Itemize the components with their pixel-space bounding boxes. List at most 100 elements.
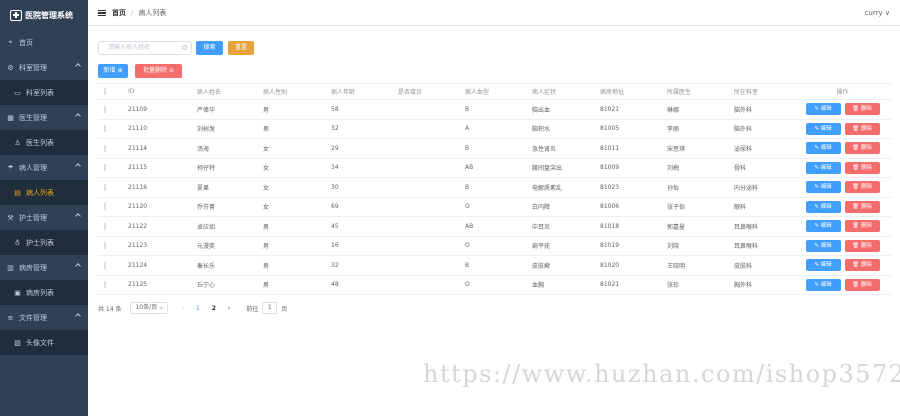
cell-name: 元漫奕 (197, 243, 216, 251)
sidebar-item-4[interactable]: ♙ 医生列表 (0, 130, 88, 155)
sidebar-item-3[interactable]: ▦ 医生管理 (0, 105, 88, 130)
sidebar-item-11[interactable]: ≡ 文件管理 (0, 305, 88, 330)
cell-dept: 眼科 (734, 204, 747, 212)
edit-button[interactable]: ✎ 编辑 (805, 103, 841, 116)
cell-symptom: 脑积水 (532, 126, 551, 134)
row-checkbox[interactable] (104, 203, 106, 211)
delete-button[interactable]: 🗑 删除 (844, 122, 880, 135)
cell-ward: 81019 (600, 242, 620, 250)
sidebar-item-2[interactable]: ▭ 科室列表 (0, 80, 88, 105)
cell-name: 汤海 (197, 145, 210, 153)
delete-button[interactable]: 🗑 删除 (844, 200, 880, 213)
select-all-checkbox[interactable] (104, 88, 106, 95)
column-header (98, 88, 124, 95)
bulb-icon: ♁ (14, 238, 21, 247)
column-header: ID (128, 88, 135, 95)
user-dropdown[interactable]: curry ∨ (865, 9, 890, 17)
cell-name: 卓应如 (197, 223, 216, 231)
row-checkbox[interactable] (104, 281, 106, 289)
row-checkbox[interactable] (104, 261, 106, 269)
cell-dept: 耳鼻喉科 (734, 243, 759, 251)
sidebar-item-10[interactable]: ▣ 病房列表 (0, 280, 88, 305)
cell-dept: 骨科 (734, 165, 747, 173)
row-checkbox-cell (98, 105, 124, 113)
edit-button[interactable]: ✎ 编辑 (805, 142, 841, 155)
cell-doctor: 李丽 (667, 126, 680, 134)
cell-doctor: 郭嘉曼 (667, 223, 686, 231)
page-2-button[interactable]: 2 (212, 305, 216, 312)
row-checkbox[interactable] (104, 242, 106, 250)
cell-symptom: 电解质紊乱 (532, 184, 563, 192)
edit-button[interactable]: ✎ 编辑 (805, 220, 841, 233)
cell-symptom: 皮肤癣 (532, 262, 551, 270)
edit-button[interactable]: ✎ 编辑 (805, 161, 841, 174)
sidebar-item-6[interactable]: ▤ 病人列表 (0, 180, 88, 205)
image-icon: ▨ (14, 338, 21, 347)
page-size-select[interactable]: 10条/页 (130, 302, 169, 314)
table-row: 21114 汤海 女 29 B 急性肾炎 81011 宋思琪 泌尿科 ✎ 编辑 🗑 删除 (98, 139, 891, 159)
row-actions: ✎ 编辑 🗑 删除 (794, 181, 891, 194)
delete-button[interactable]: 🗑 删除 (844, 278, 880, 291)
search-placeholder: 请输入病人姓名 (108, 44, 151, 51)
row-checkbox[interactable] (104, 125, 106, 133)
next-page-button[interactable]: › (228, 305, 230, 312)
row-checkbox[interactable] (104, 183, 106, 191)
row-checkbox[interactable] (104, 105, 106, 113)
document-icon: ▣ (14, 288, 21, 297)
cell-age: 29 (331, 144, 339, 152)
cell-age: 34 (331, 164, 339, 172)
chevron-up-icon (75, 213, 81, 219)
sidebar-item-1[interactable]: ⚙ 科室管理 (0, 55, 88, 80)
page-1-button[interactable]: 1 (196, 305, 200, 312)
edit-button[interactable]: ✎ 编辑 (805, 181, 841, 194)
delete-button[interactable]: 🗑 删除 (844, 259, 880, 272)
row-checkbox[interactable] (104, 222, 106, 230)
edit-button[interactable]: ✎ 编辑 (805, 259, 841, 272)
sidebar-item-8[interactable]: ♁ 护士列表 (0, 230, 88, 255)
row-checkbox[interactable] (104, 164, 106, 172)
app-logo: 医院管理系统 (0, 0, 88, 30)
breadcrumb-home[interactable]: 首页 (112, 8, 126, 18)
delete-button[interactable]: 🗑 删除 (844, 142, 880, 155)
row-actions: ✎ 编辑 🗑 删除 (794, 278, 891, 291)
delete-button[interactable]: 🗑 删除 (844, 103, 880, 116)
edit-button[interactable]: ✎ 编辑 (805, 278, 841, 291)
cell-blood: O (465, 203, 470, 211)
cell-sex: 男 (263, 282, 270, 290)
reset-button[interactable]: 重置 (228, 41, 254, 55)
edit-button[interactable]: ✎ 编辑 (805, 122, 841, 135)
cell-dept: 胸外科 (734, 282, 753, 290)
column-header: 病人年龄 (331, 89, 356, 96)
row-actions: ✎ 编辑 🗑 删除 (794, 259, 891, 272)
cell-name: 严偉华 (197, 106, 216, 114)
delete-button[interactable]: 🗑 删除 (844, 239, 880, 252)
search-input[interactable]: 请输入病人姓名 (98, 41, 192, 55)
sidebar-item-12[interactable]: ▨ 头像文件 (0, 330, 88, 355)
sidebar-item-7[interactable]: ⚒ 护士管理 (0, 205, 88, 230)
delete-button[interactable]: 🗑 删除 (844, 161, 880, 174)
tools-icon: ⚒ (7, 213, 14, 222)
hamburger-icon[interactable] (98, 9, 106, 16)
cell-blood: B (465, 261, 470, 269)
pagination: 共 14 条 10条/页 ‹ 1 2 › 前往 1 页 (98, 301, 287, 315)
search-button[interactable]: 搜索 (196, 41, 223, 55)
sidebar-item-5[interactable]: ☂ 病人管理 (0, 155, 88, 180)
cell-dept: 脑外科 (734, 126, 753, 134)
delete-button[interactable]: 🗑 删除 (844, 220, 880, 233)
cell-dept: 脑外科 (734, 106, 753, 114)
goto-page-input[interactable]: 1 (262, 302, 278, 314)
row-checkbox[interactable] (104, 144, 106, 152)
add-button[interactable]: 新增 ⊕ (98, 64, 128, 78)
prev-page-button[interactable]: ‹ (181, 305, 183, 312)
cell-symptom: 扁平疣 (532, 243, 551, 251)
sidebar-item-9[interactable]: ▥ 病房管理 (0, 255, 88, 280)
batch-delete-button[interactable]: 批量删除 ⊖ (135, 64, 182, 78)
cell-id: 21115 (128, 164, 148, 172)
sidebar-item-0[interactable]: ⌖ 首页 (0, 30, 88, 55)
cell-sex: 男 (263, 262, 270, 270)
page-suffix: 页 (281, 305, 288, 313)
delete-button[interactable]: 🗑 删除 (844, 181, 880, 194)
edit-button[interactable]: ✎ 编辑 (805, 239, 841, 252)
edit-button[interactable]: ✎ 编辑 (805, 200, 841, 213)
cell-ward: 81011 (600, 144, 620, 152)
